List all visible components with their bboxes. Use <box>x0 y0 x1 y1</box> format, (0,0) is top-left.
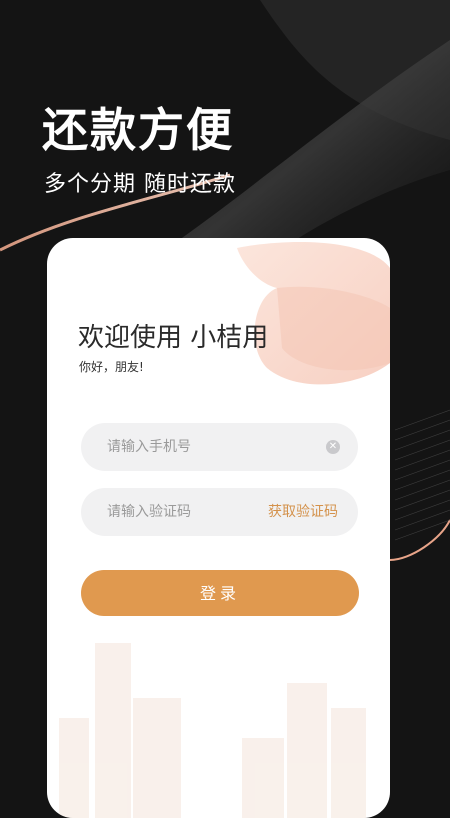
login-button[interactable]: 登录 <box>81 570 359 616</box>
clear-circle-icon[interactable]: ✕ <box>326 440 340 454</box>
hero-subtitle: 多个分期 随时还款 <box>44 172 236 197</box>
code-field: 获取验证码 <box>81 488 358 536</box>
get-code-button[interactable]: 获取验证码 <box>268 488 338 536</box>
phone-field: ✕ <box>81 423 358 471</box>
phone-input[interactable] <box>81 423 307 471</box>
welcome-title: 欢迎使用 小桔用 <box>78 323 269 353</box>
greeting-text: 你好，朋友! <box>79 360 144 374</box>
login-card: 欢迎使用 小桔用 你好，朋友! ✕ 获取验证码 登录 <box>47 238 390 818</box>
hero-title: 还款方便 <box>42 103 234 157</box>
